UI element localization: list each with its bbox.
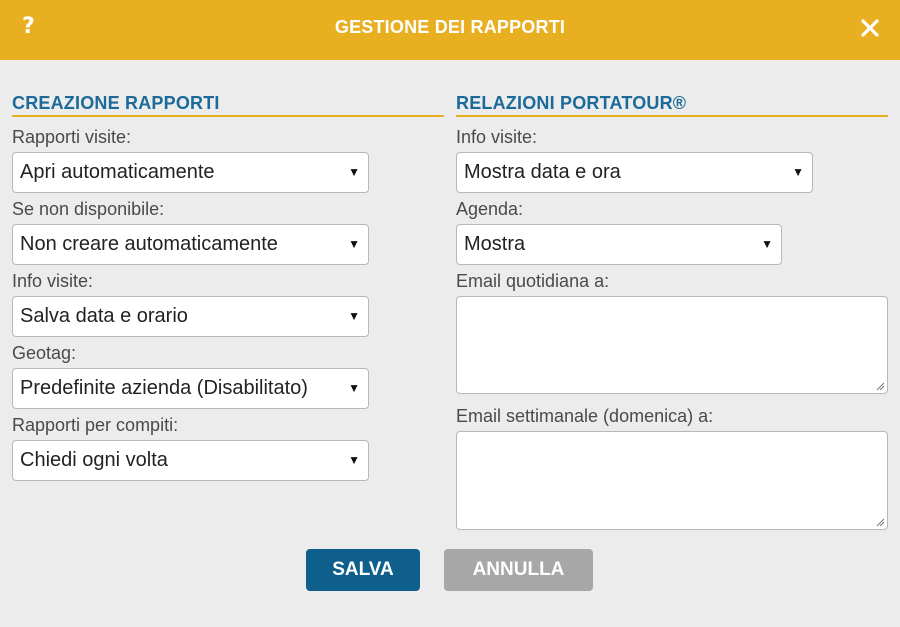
right-visit-info-label: Info visite: [456,127,538,147]
task-reports-select[interactable]: Chiedi ogni volta ▼ [12,440,369,481]
if-unavailable-label: Se non disponibile: [12,199,165,219]
resize-grip-icon[interactable] [876,518,885,527]
caret-down-icon: ▼ [348,453,360,467]
agenda-value: Mostra [464,233,526,255]
weekly-email-textarea[interactable] [456,431,888,530]
visit-info-value: Salva data e orario [20,305,188,327]
weekly-email-label: Email settimanale (domenica) a: [456,406,714,426]
agenda-label: Agenda: [456,199,524,219]
geotag-select[interactable]: Predefinite azienda (Disabilitato) ▼ [12,368,369,409]
section-title-portatour: RELAZIONI PORTATOUR® [456,90,888,117]
agenda-select[interactable]: Mostra ▼ [456,224,782,265]
dialog-title: GESTIONE DEI RAPPORTI [334,17,566,37]
visit-info-label: Info visite: [12,271,94,291]
right-visit-info-select[interactable]: Mostra data e ora ▼ [456,152,813,193]
visit-info-select[interactable]: Salva data e orario ▼ [12,296,369,337]
section-title-creation: CREAZIONE RAPPORTI [12,90,444,117]
close-button[interactable] [857,15,883,41]
caret-down-icon: ▼ [761,237,773,251]
visit-reports-label: Rapporti visite: [12,127,132,147]
geotag-label: Geotag: [12,343,77,363]
daily-email-textarea[interactable] [456,296,888,394]
cancel-button[interactable]: ANNULLA [444,549,593,591]
geotag-value: Predefinite azienda (Disabilitato) [20,377,308,399]
resize-grip-icon[interactable] [876,382,885,391]
caret-down-icon: ▼ [348,309,360,323]
caret-down-icon: ▼ [348,381,360,395]
visit-reports-value: Apri automaticamente [20,161,215,183]
caret-down-icon: ▼ [348,237,360,251]
caret-down-icon: ▼ [792,165,804,179]
portatour-reports-section: RELAZIONI PORTATOUR® Info visite: Mostra… [456,90,888,530]
if-unavailable-select[interactable]: Non creare automaticamente ▼ [12,224,369,265]
if-unavailable-value: Non creare automaticamente [20,233,278,255]
task-reports-label: Rapporti per compiti: [12,415,179,435]
visit-reports-select[interactable]: Apri automaticamente ▼ [12,152,369,193]
report-creation-section: CREAZIONE RAPPORTI Rapporti visite: Apri… [12,90,444,481]
close-icon [861,19,879,37]
right-visit-info-value: Mostra data e ora [464,161,621,183]
dialog-header: ? GESTIONE DEI RAPPORTI [0,0,900,60]
task-reports-value: Chiedi ogni volta [20,449,168,471]
caret-down-icon: ▼ [348,165,360,179]
save-button[interactable]: SALVA [306,549,420,591]
daily-email-label: Email quotidiana a: [456,271,610,291]
